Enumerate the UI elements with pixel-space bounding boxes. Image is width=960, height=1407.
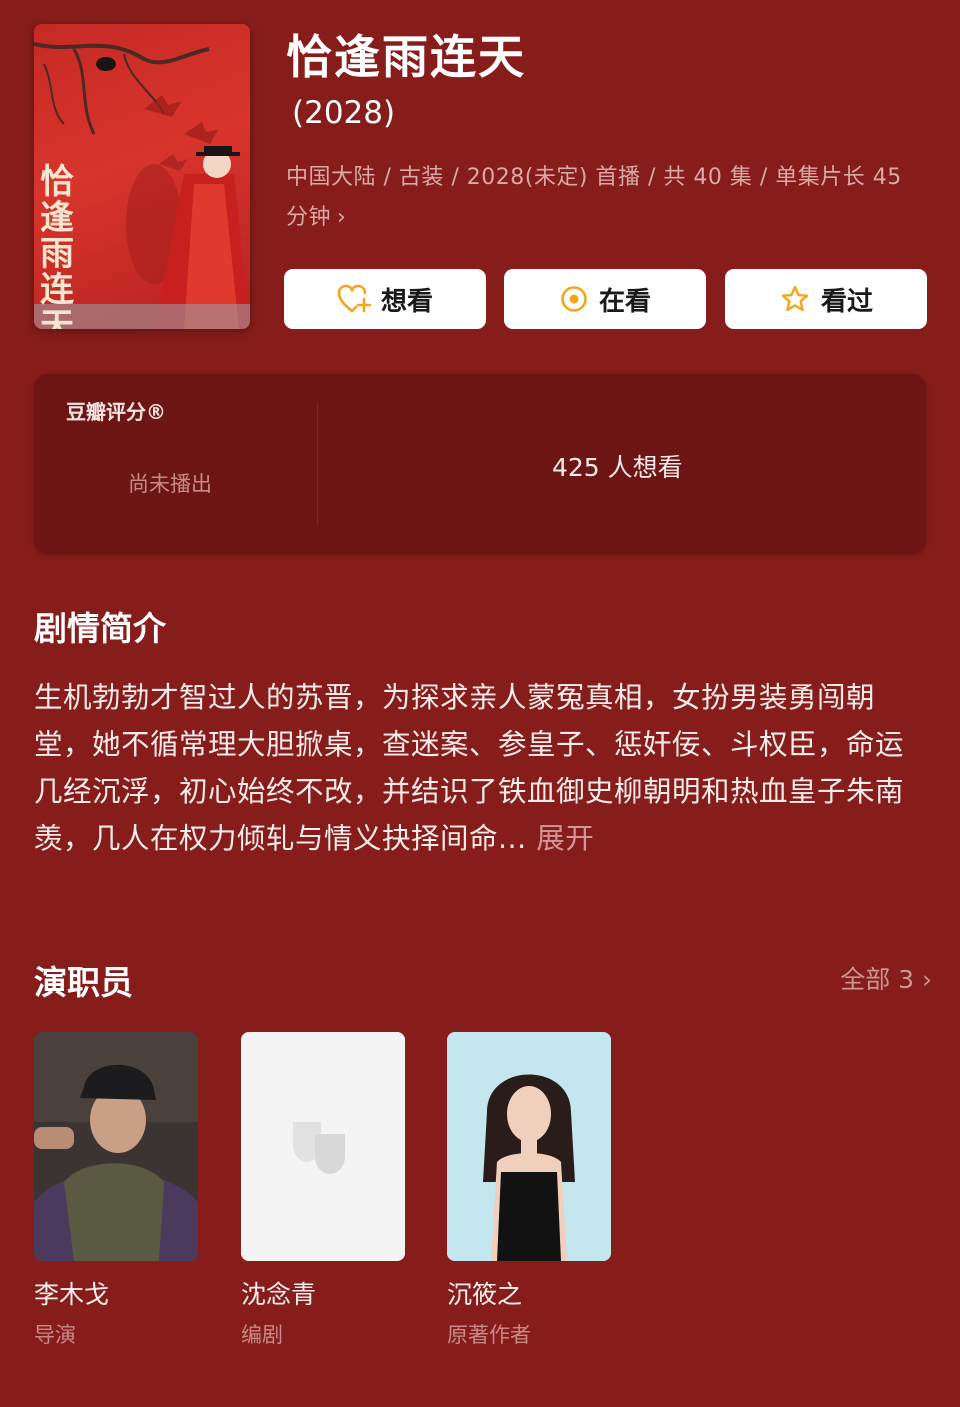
rating-divider xyxy=(317,402,318,526)
cast-member[interactable]: 沈念青 编剧 xyxy=(241,1032,405,1349)
chevron-right-icon: › xyxy=(922,965,932,994)
target-icon xyxy=(559,284,589,314)
cast-member[interactable]: 沉筱之 原著作者 xyxy=(447,1032,611,1349)
cast-role: 原著作者 xyxy=(447,1323,531,1347)
watched-label: 看过 xyxy=(820,286,873,317)
want-to-watch-button[interactable]: 想看 xyxy=(284,269,486,329)
synopsis-body: 生机勃勃才智过人的苏晋，为探求亲人蒙冤真相，女扮男装勇闯朝堂，她不循常理大胆掀桌… xyxy=(34,681,905,855)
expand-link[interactable]: 展开 xyxy=(536,822,594,855)
rating-label: 豆瓣评分® xyxy=(66,400,166,424)
want-count[interactable]: 425 人想看 xyxy=(552,448,683,484)
poster-title-art: 恰逢雨连天 xyxy=(40,162,74,329)
cast-all-label: 全部 3 xyxy=(840,965,915,994)
rating-card: 豆瓣评分® 尚未播出 425 人想看 xyxy=(34,374,926,554)
star-icon xyxy=(779,284,811,314)
watching-label: 在看 xyxy=(598,286,651,317)
cast-photo xyxy=(447,1032,611,1261)
cast-name: 沈念青 xyxy=(241,1280,317,1309)
meta-info[interactable]: 中国大陆 / 古装 / 2028(未定) 首播 / 共 40 集 / 单集片长 … xyxy=(286,158,926,238)
heart-plus-icon xyxy=(337,284,371,314)
cast-role: 编剧 xyxy=(241,1323,283,1347)
cast-heading: 演职员 xyxy=(34,963,133,1002)
synopsis-heading: 剧情简介 xyxy=(34,609,166,648)
page-title: 恰逢雨连天 xyxy=(286,30,526,84)
cast-name: 沉筱之 xyxy=(447,1280,523,1309)
rating-status: 尚未播出 xyxy=(128,472,212,496)
watching-button[interactable]: 在看 xyxy=(504,269,706,329)
cast-photo xyxy=(34,1032,198,1261)
watched-button[interactable]: 看过 xyxy=(725,269,927,329)
cast-photo-placeholder xyxy=(241,1032,405,1261)
cast-role: 导演 xyxy=(34,1323,76,1347)
release-year: (2028) xyxy=(292,95,396,131)
poster-image[interactable]: 恰逢雨连天 xyxy=(34,24,250,329)
want-to-watch-label: 想看 xyxy=(380,286,433,317)
cast-member[interactable]: 李木戈 导演 xyxy=(34,1032,198,1349)
chevron-right-icon: › xyxy=(337,205,347,230)
meta-text: 中国大陆 / 古装 / 2028(未定) 首播 / 共 40 集 / 单集片长 … xyxy=(286,165,902,230)
cast-name: 李木戈 xyxy=(34,1280,110,1309)
theater-masks-icon xyxy=(241,1032,405,1261)
cast-all-link[interactable]: 全部 3 › xyxy=(840,960,932,996)
synopsis-text[interactable]: 生机勃勃才智过人的苏晋，为探求亲人蒙冤真相，女扮男装勇闯朝堂，她不循常理大胆掀桌… xyxy=(34,674,914,862)
